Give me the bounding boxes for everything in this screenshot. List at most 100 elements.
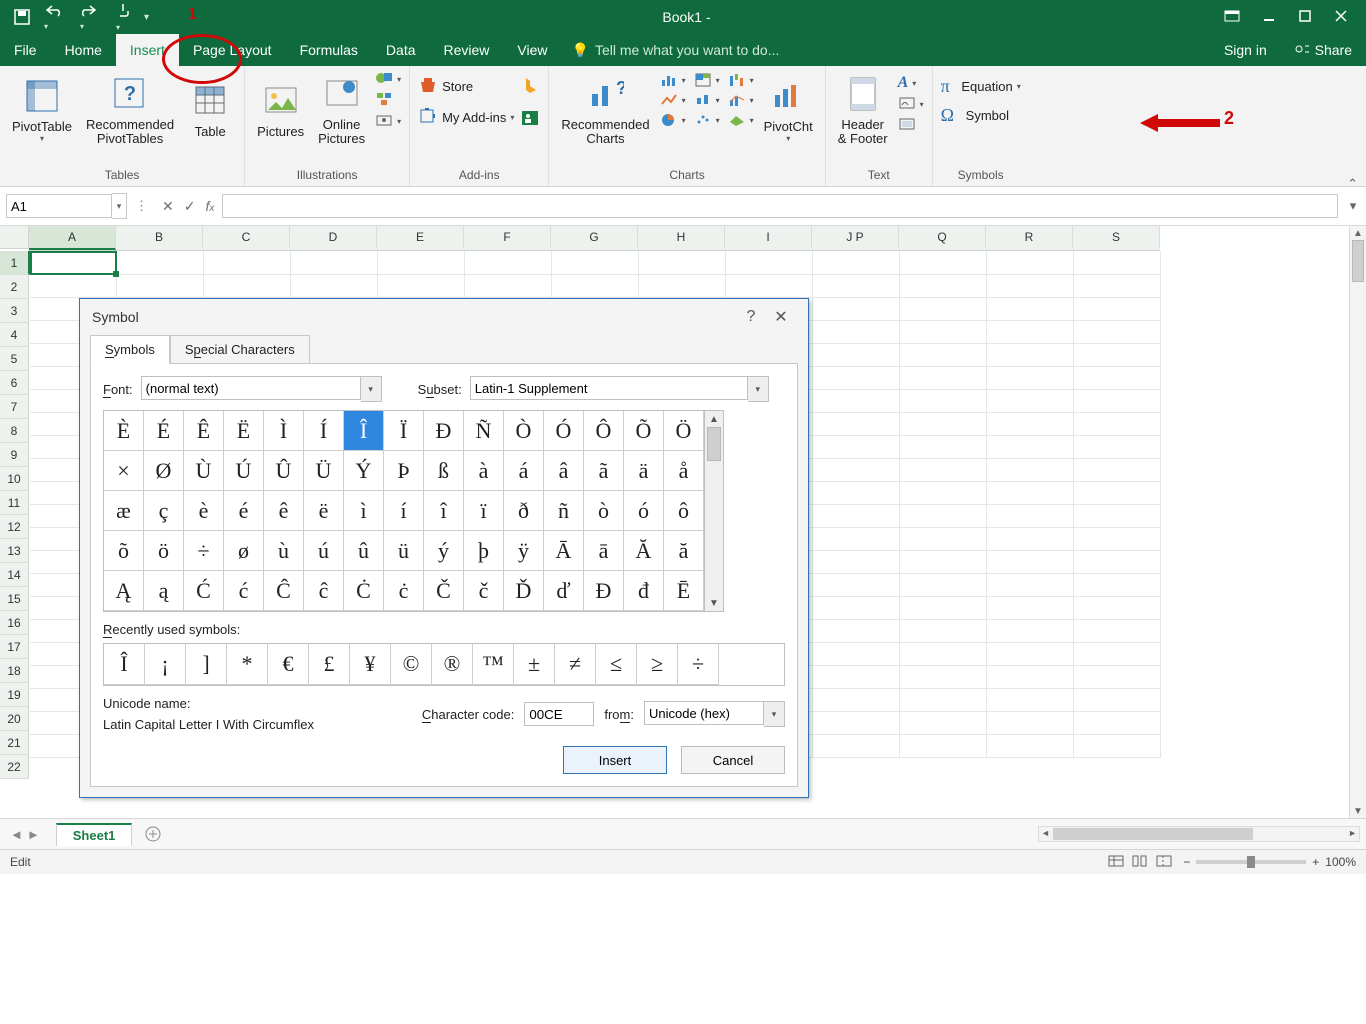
cell[interactable] <box>987 389 1074 413</box>
cell[interactable] <box>204 274 291 298</box>
cell[interactable] <box>639 251 726 275</box>
cell[interactable] <box>726 251 813 275</box>
symbol-cell[interactable]: ø <box>224 531 264 571</box>
cell[interactable] <box>465 274 552 298</box>
page-layout-view-icon[interactable] <box>1131 854 1149 871</box>
recommended-pivot-button[interactable]: ?Recommended PivotTables <box>82 70 178 147</box>
symbol-cell[interactable]: ò <box>584 491 624 531</box>
symbol-cell[interactable]: ď <box>544 571 584 611</box>
cell[interactable] <box>900 320 987 344</box>
symbol-cell[interactable]: Í <box>304 411 344 451</box>
recent-symbol-cell[interactable]: © <box>391 644 432 685</box>
tab-view[interactable]: View <box>503 34 561 66</box>
signature-button[interactable]: ▾ <box>898 96 924 113</box>
cell[interactable] <box>987 573 1074 597</box>
pivottable-button[interactable]: PivotTable▾ <box>8 70 76 147</box>
cell[interactable] <box>987 619 1074 643</box>
waterfall-chart-button[interactable]: ▾ <box>728 72 754 88</box>
symbol-cell[interactable]: Û <box>264 451 304 491</box>
normal-view-icon[interactable] <box>1107 854 1125 871</box>
cell[interactable] <box>813 435 900 459</box>
enter-formula-icon[interactable]: ✓ <box>184 198 196 215</box>
cell[interactable] <box>900 274 987 298</box>
people-graph-button[interactable] <box>520 109 540 130</box>
cell[interactable] <box>1074 320 1161 344</box>
cell[interactable] <box>987 366 1074 390</box>
symbol-cell[interactable]: Ą <box>104 571 144 611</box>
row-header[interactable]: 20 <box>0 707 29 731</box>
cell[interactable] <box>900 688 987 712</box>
dialog-help-button[interactable]: ? <box>736 308 766 326</box>
name-box-dropdown[interactable]: ▾ <box>112 193 127 219</box>
row-header[interactable]: 12 <box>0 515 29 539</box>
cell[interactable] <box>813 573 900 597</box>
row-header[interactable]: 18 <box>0 659 29 683</box>
tab-data[interactable]: Data <box>372 34 430 66</box>
symbol-cell[interactable]: Ø <box>144 451 184 491</box>
recent-symbol-cell[interactable]: ™ <box>473 644 514 685</box>
cell[interactable] <box>813 550 900 574</box>
cell[interactable] <box>813 527 900 551</box>
cell[interactable] <box>987 251 1074 275</box>
cell[interactable] <box>987 274 1074 298</box>
symbol-cell[interactable]: û <box>344 531 384 571</box>
symbol-cell[interactable]: Ý <box>344 451 384 491</box>
cell[interactable] <box>30 274 117 298</box>
symbol-cell[interactable]: í <box>384 491 424 531</box>
row-header[interactable]: 2 <box>0 275 29 299</box>
symbol-grid-scrollbar[interactable]: ▲▼ <box>705 410 724 612</box>
cell[interactable] <box>813 504 900 528</box>
cell[interactable] <box>813 412 900 436</box>
symbol-cell[interactable]: å <box>664 451 704 491</box>
cell[interactable] <box>987 596 1074 620</box>
symbol-cell[interactable]: ċ <box>384 571 424 611</box>
object-button[interactable] <box>898 117 924 134</box>
symbol-cell[interactable]: ÷ <box>184 531 224 571</box>
column-header[interactable]: R <box>986 226 1073 248</box>
minimize-icon[interactable] <box>1262 9 1276 26</box>
symbol-cell[interactable]: Ď <box>504 571 544 611</box>
save-icon[interactable] <box>14 9 30 25</box>
select-all-corner[interactable] <box>0 226 29 249</box>
font-combo[interactable] <box>141 376 361 400</box>
symbol-cell[interactable]: ÿ <box>504 531 544 571</box>
pictures-button[interactable]: Pictures <box>253 70 308 147</box>
tab-file[interactable]: File <box>0 34 51 66</box>
recent-symbol-cell[interactable]: ¡ <box>145 644 186 685</box>
cell[interactable] <box>1074 297 1161 321</box>
cell[interactable] <box>987 642 1074 666</box>
smartart-button[interactable] <box>375 91 401 110</box>
row-header[interactable]: 15 <box>0 587 29 611</box>
cell[interactable] <box>552 274 639 298</box>
symbol-cell[interactable]: Ñ <box>464 411 504 451</box>
symbol-cell[interactable]: Ò <box>504 411 544 451</box>
recommended-charts-button[interactable]: ?Recommended Charts <box>557 70 653 147</box>
symbol-cell[interactable]: Ú <box>224 451 264 491</box>
cell[interactable] <box>900 596 987 620</box>
from-combo[interactable] <box>644 701 764 725</box>
cell[interactable] <box>987 527 1074 551</box>
symbol-cell[interactable]: á <box>504 451 544 491</box>
symbol-cell[interactable]: ñ <box>544 491 584 531</box>
tab-formulas[interactable]: Formulas <box>286 34 372 66</box>
recent-symbol-cell[interactable]: ≤ <box>596 644 637 685</box>
cell[interactable] <box>900 458 987 482</box>
fx-icon[interactable]: fx <box>205 198 214 215</box>
symbol-cell[interactable]: Ă <box>624 531 664 571</box>
horizontal-scrollbar[interactable]: ◄► <box>166 826 1366 842</box>
cell[interactable] <box>900 297 987 321</box>
cell[interactable] <box>1074 274 1161 298</box>
cell[interactable] <box>900 366 987 390</box>
cell[interactable] <box>1074 665 1161 689</box>
pie-chart-button[interactable]: ▾ <box>660 112 686 128</box>
cell[interactable] <box>813 619 900 643</box>
symbol-cell[interactable]: þ <box>464 531 504 571</box>
cell[interactable] <box>1074 251 1161 275</box>
symbol-cell[interactable]: ĉ <box>304 571 344 611</box>
formula-input[interactable] <box>222 194 1338 218</box>
line-chart-button[interactable]: ▾ <box>660 92 686 108</box>
cell[interactable] <box>465 251 552 275</box>
name-box[interactable] <box>6 194 112 218</box>
symbol-cell[interactable]: ā <box>584 531 624 571</box>
close-icon[interactable] <box>1334 9 1348 26</box>
